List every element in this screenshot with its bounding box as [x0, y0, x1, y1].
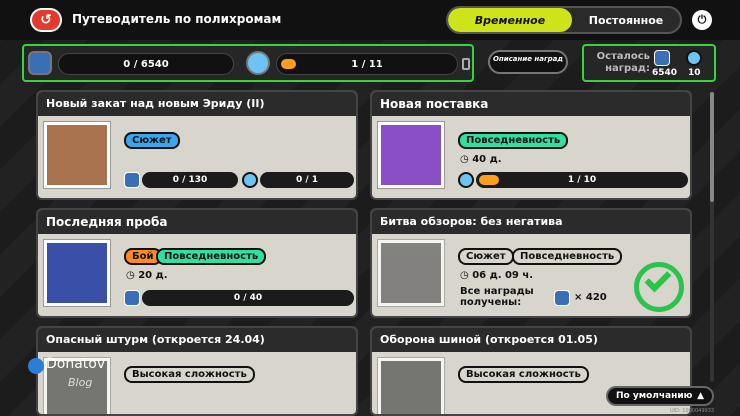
clock-icon: ◷ [126, 270, 139, 281]
quest-card[interactable]: Новая поставка Повседневность ◷ 40 д. 1 … [370, 90, 692, 200]
watermark-logo-icon [28, 358, 44, 374]
remaining-points: 6540 [652, 68, 678, 78]
gem-bar: 0 / 1 [260, 172, 354, 188]
tag-daily: Повседневность [156, 248, 267, 265]
tag-story: Сюжет [458, 248, 514, 265]
page-title: Путеводитель по полихромам [72, 12, 282, 26]
gem-icon [686, 50, 702, 66]
quest-card[interactable]: Битва обзоров: без негатива Сюжет Повсед… [370, 208, 692, 318]
tab-temporary[interactable]: Временное [448, 8, 572, 32]
progress-panel: 0 / 6540 1 / 11 [22, 44, 474, 82]
timer-value: 40 д. [472, 154, 502, 165]
top-bar: ↺ Путеводитель по полихромам Временное П… [0, 0, 740, 40]
card-title: Битва обзоров: без негатива [372, 210, 690, 234]
remaining-rewards-panel: Осталось наград: 6540 10 [582, 44, 716, 82]
watermark: Donatov Blog [28, 354, 138, 398]
watermark-sub: Blog [68, 376, 93, 389]
remaining-label: Осталось наград: [596, 51, 650, 74]
points-icon [124, 172, 140, 188]
points-icon [124, 290, 140, 306]
card-image [378, 122, 444, 188]
remaining-gems: 10 [688, 68, 701, 78]
scrollbar-thumb[interactable] [710, 92, 714, 202]
back-arrow-icon: ↺ [40, 12, 52, 28]
uid-text: UID: 1000049933 [670, 408, 715, 414]
points-icon [554, 290, 570, 306]
tab-switch: Временное Постоянное [446, 6, 682, 34]
quest-card[interactable]: Последняя проба Бой Повседневность ◷ 20 … [36, 208, 358, 318]
card-title: Новая поставка [372, 92, 690, 116]
card-image [44, 122, 110, 188]
stage-progress-fill [281, 59, 296, 69]
chevron-up-icon: ▲ [697, 391, 704, 401]
stage-counter: 1 / 11 [351, 58, 383, 70]
gem-icon [242, 172, 258, 188]
progress-fill [479, 175, 499, 185]
gem-icon [246, 51, 270, 75]
tag-daily: Повседневность [458, 132, 569, 149]
tag-story: Сюжет [124, 132, 180, 149]
card-title: Оборона шиной (откроется 01.05) [372, 328, 690, 352]
power-icon[interactable]: ⏻ [692, 10, 712, 30]
points-bar: 0 / 130 [142, 172, 238, 188]
tab-permanent[interactable]: Постоянное [572, 8, 680, 32]
card-image [378, 358, 444, 414]
watermark-name: Donatov [46, 356, 106, 372]
progress-bar: 1 / 10 [476, 172, 688, 188]
reward-description-button[interactable]: Описание наград [488, 50, 568, 74]
progress-value: 1 / 10 [567, 175, 597, 185]
reward-amount: × 420 [574, 292, 607, 303]
timer-value: 20 д. [138, 270, 168, 281]
points-icon [654, 50, 670, 66]
quest-card[interactable]: Новый закат над новым Эриду (II) Сюжет 0… [36, 90, 358, 200]
all-rewards-label: Все награды получены: [460, 286, 534, 308]
link-icon [462, 58, 470, 70]
card-title: Новый закат над новым Эриду (II) [38, 92, 356, 116]
timer: ◷ 40 д. [460, 154, 502, 165]
back-button[interactable]: ↺ [30, 8, 62, 32]
timer: ◷ 06 д. 09 ч. [460, 270, 533, 281]
timer-value: 06 д. 09 ч. [472, 270, 534, 281]
card-title: Опасный штурм (откроется 24.04) [38, 328, 356, 352]
clock-icon: ◷ [460, 270, 473, 281]
tag-daily: Повседневность [512, 248, 623, 265]
points-icon [28, 51, 52, 75]
card-title: Последняя проба [38, 210, 356, 234]
stage-progress: 1 / 11 [276, 53, 458, 75]
card-image [378, 240, 444, 306]
tag-hard: Высокая сложность [124, 366, 255, 383]
card-image [44, 240, 110, 306]
sort-label: По умолчанию [616, 391, 693, 401]
points-bar: 0 / 40 [142, 290, 354, 306]
clock-icon: ◷ [460, 154, 473, 165]
gem-icon [458, 172, 474, 188]
tag-hard: Высокая сложность [458, 366, 589, 383]
sort-dropdown[interactable]: По умолчанию ▲ [606, 386, 714, 406]
timer: ◷ 20 д. [126, 270, 168, 281]
points-counter: 0 / 6540 [58, 53, 234, 75]
